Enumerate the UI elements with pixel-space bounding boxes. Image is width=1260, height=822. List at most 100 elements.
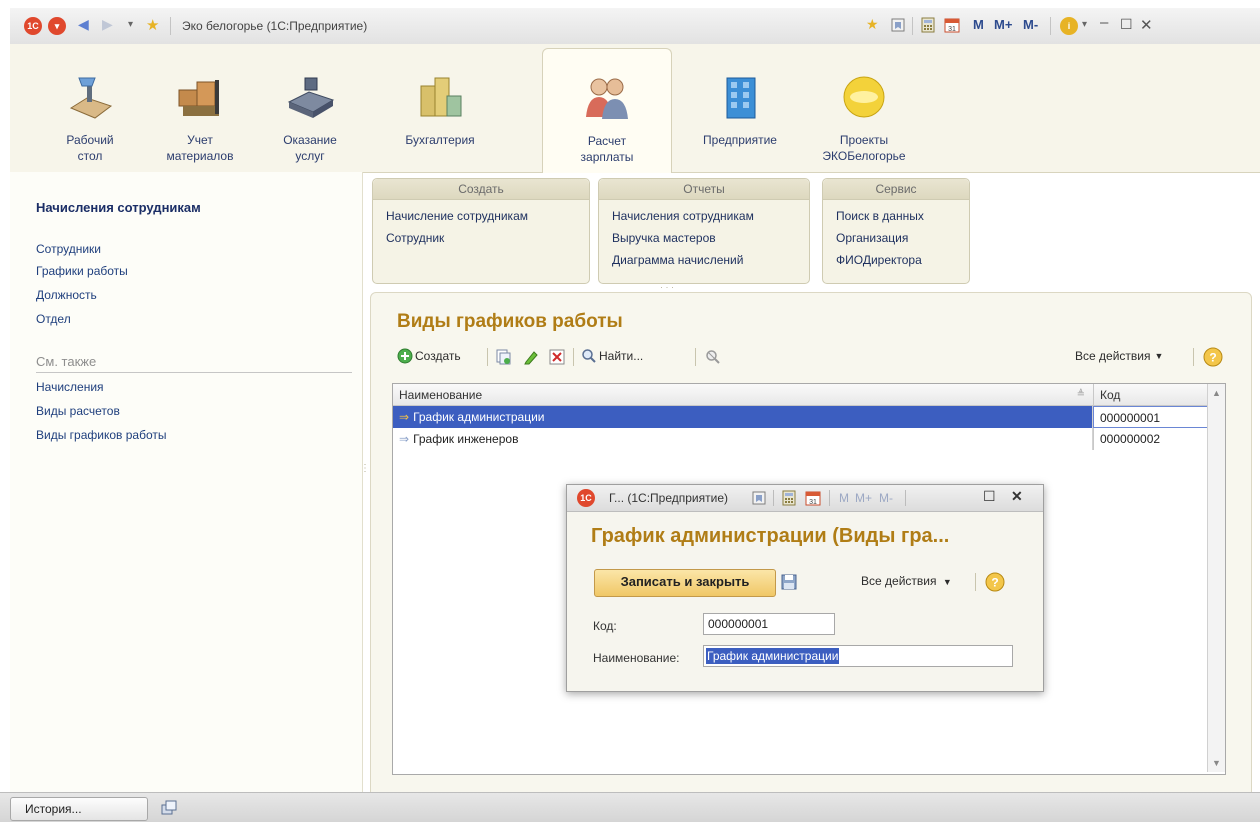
nav-link-calculation-types[interactable]: Виды расчетов — [36, 404, 120, 418]
coins-icon — [420, 77, 462, 117]
memory-minus-button[interactable]: M- — [879, 491, 893, 505]
maximize-icon[interactable]: ☐ — [983, 488, 996, 505]
cmd-report-revenue[interactable]: Выручка мастеров — [612, 231, 716, 245]
item-form-window-title: Г... (1С:Предприятие) — [609, 491, 728, 505]
bookmark-icon[interactable] — [890, 17, 906, 33]
status-bar: История... — [0, 792, 1260, 822]
help-icon[interactable]: ? — [985, 572, 1005, 592]
tool-separator — [829, 490, 830, 506]
building-icon — [726, 77, 756, 119]
nav-link-department[interactable]: Отдел — [36, 312, 71, 326]
section-materials[interactable]: Учет материалов — [140, 44, 260, 172]
bookmark-icon[interactable] — [751, 490, 767, 506]
row-name-text: График инженеров — [413, 432, 519, 446]
table-row[interactable]: ⇒ График администрации 000000001 — [393, 406, 1208, 428]
save-and-close-button[interactable]: Записать и закрыть — [594, 569, 776, 597]
forward-arrow-icon[interactable]: ▶ — [102, 16, 113, 33]
catalog-item-icon: ⇒ — [399, 410, 410, 424]
section-payroll[interactable]: Расчет зарплаты — [542, 48, 672, 173]
find-button[interactable]: Найти... — [581, 345, 643, 367]
calendar-icon[interactable]: 31 — [805, 490, 821, 506]
memory-m-button[interactable]: M — [839, 491, 849, 505]
calendar-icon[interactable]: 31 — [944, 17, 960, 33]
cmd-service-director[interactable]: ФИОДиректора — [836, 253, 922, 267]
sort-icon: ≜ — [1076, 389, 1085, 400]
memory-minus-button[interactable]: M- — [1023, 17, 1038, 32]
command-group-reports-header: Отчеты — [599, 179, 809, 200]
info-icon[interactable]: i — [1060, 17, 1078, 35]
chevron-down-icon: ▼ — [942, 577, 952, 587]
main-menu-icon[interactable]: ▾ — [48, 17, 66, 35]
toolbar-separator — [487, 348, 488, 366]
command-panel-resize-handle[interactable]: · · · — [660, 282, 674, 292]
cmd-create-accrual[interactable]: Начисление сотрудникам — [386, 209, 528, 223]
maximize-icon[interactable]: ☐ — [1120, 16, 1133, 33]
column-header-name[interactable]: Наименование ≜ — [393, 384, 1093, 406]
command-group-create-header: Создать — [373, 179, 589, 200]
cmd-service-organization[interactable]: Организация — [836, 231, 908, 245]
history-dropdown-icon[interactable]: ▾ — [128, 19, 133, 30]
calculator-icon[interactable] — [781, 490, 797, 506]
add-favorite-icon[interactable]: ★ — [866, 16, 879, 33]
cancel-search-icon[interactable] — [705, 349, 721, 365]
nav-link-work-schedules[interactable]: Графики работы — [36, 264, 128, 278]
history-button[interactable]: История... — [10, 797, 148, 821]
memory-plus-button[interactable]: M+ — [994, 17, 1012, 32]
cmd-report-accruals[interactable]: Начисления сотрудникам — [612, 209, 754, 223]
create-button[interactable]: Создать — [397, 345, 461, 367]
nav-link-employees[interactable]: Сотрудники — [36, 242, 101, 256]
close-icon[interactable]: ✕ — [1011, 488, 1023, 505]
info-dropdown-icon[interactable]: ▾ — [1082, 19, 1087, 30]
nav-title: Начисления сотрудникам — [36, 200, 201, 215]
search-icon — [582, 349, 596, 363]
1c-logo-icon[interactable]: 1С — [24, 17, 42, 35]
cmd-service-search[interactable]: Поиск в данных — [836, 209, 924, 223]
1c-logo-icon[interactable]: 1С — [577, 489, 595, 507]
close-icon[interactable]: ✕ — [1140, 16, 1153, 34]
section-services[interactable]: Оказание услуг — [250, 44, 370, 172]
toolbar-separator — [573, 348, 574, 366]
svg-text:?: ? — [1209, 351, 1216, 365]
nav-link-position[interactable]: Должность — [36, 288, 97, 302]
tool-separator — [1050, 17, 1051, 35]
name-field[interactable]: График администрации — [703, 645, 1013, 667]
favorites-star-icon[interactable]: ★ — [146, 16, 159, 34]
help-icon[interactable]: ? — [1203, 347, 1223, 367]
back-arrow-icon[interactable]: ◀ — [78, 16, 89, 33]
scroll-down-icon[interactable]: ▼ — [1212, 758, 1221, 768]
save-disk-icon[interactable] — [781, 574, 797, 590]
vertical-scrollbar[interactable]: ▲ ▼ — [1207, 384, 1225, 772]
svg-text:?: ? — [991, 576, 998, 590]
section-desktop[interactable]: Рабочий стол — [30, 44, 150, 172]
find-button-label: Найти... — [599, 349, 644, 363]
sections-panel: Рабочий стол Учет материалов Оказание ус… — [10, 44, 1260, 173]
code-field[interactable]: 000000001 — [703, 613, 835, 635]
copy-icon[interactable] — [495, 349, 511, 365]
nav-link-schedule-types[interactable]: Виды графиков работы — [36, 428, 167, 442]
all-actions-label: Все действия — [1075, 349, 1151, 363]
cmd-create-employee[interactable]: Сотрудник — [386, 231, 444, 245]
column-header-name-label: Наименование — [399, 388, 483, 402]
nav-link-accruals[interactable]: Начисления — [36, 380, 104, 394]
splitter-handle[interactable]: ⋮ — [360, 464, 370, 474]
memory-m-button[interactable]: M — [973, 17, 984, 32]
all-actions-menu[interactable]: Все действия ▼ — [1075, 345, 1163, 367]
table-row[interactable]: ⇒ График инженеров 000000002 — [393, 428, 1208, 450]
column-header-code[interactable]: Код — [1093, 384, 1208, 406]
section-accounting[interactable]: Бухгалтерия — [380, 44, 500, 172]
windows-switch-icon[interactable] — [160, 799, 178, 817]
item-all-actions-menu[interactable]: Все действия ▼ — [861, 574, 952, 588]
memory-plus-button[interactable]: M+ — [855, 491, 872, 505]
window-title: Эко белогорье (1С:Предприятие) — [182, 19, 368, 33]
minimize-icon[interactable]: – — [1100, 14, 1108, 31]
row-name-text: График администрации — [413, 410, 545, 424]
see-also-header: См. также — [36, 354, 352, 373]
cmd-report-diagram[interactable]: Диаграмма начислений — [612, 253, 743, 267]
scroll-up-icon[interactable]: ▲ — [1212, 388, 1221, 398]
section-enterprise[interactable]: Предприятие — [680, 44, 800, 172]
calculator-icon[interactable] — [920, 17, 936, 33]
delete-mark-icon[interactable] — [549, 349, 565, 365]
tool-separator — [773, 490, 774, 506]
section-projects[interactable]: Проекты ЭКОБелогорье — [804, 44, 924, 172]
edit-pencil-icon[interactable] — [523, 349, 539, 365]
